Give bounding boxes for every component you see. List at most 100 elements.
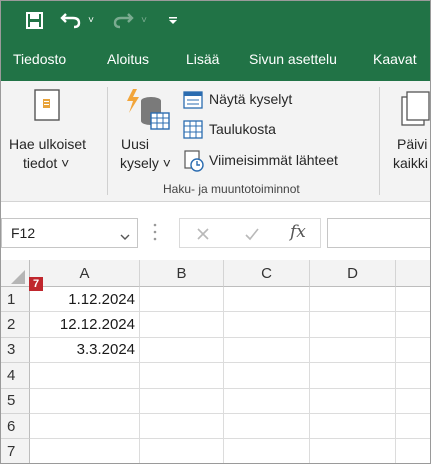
customize-icon[interactable] (166, 1, 180, 39)
cell-e6[interactable] (396, 414, 430, 440)
column-header-c[interactable]: C (224, 260, 310, 287)
cell-b7[interactable] (140, 439, 224, 463)
cell-d5[interactable] (310, 388, 396, 414)
confirm-icon[interactable] (244, 227, 260, 246)
get-external-data-label-2: tiedot ˅ (23, 155, 70, 171)
name-box-value: F12 (11, 225, 36, 241)
cell-e4[interactable] (396, 363, 430, 389)
show-queries-icon (183, 91, 203, 114)
step-badge: 7 (29, 277, 43, 291)
from-table-button[interactable]: Taulukosta (183, 119, 323, 141)
cell-e3[interactable] (396, 337, 430, 364)
document-icon (34, 89, 62, 128)
show-queries-label: Näytä kyselyt (209, 91, 293, 107)
cell-b1[interactable] (140, 287, 224, 313)
cell-b3[interactable] (140, 337, 224, 364)
cell-d3[interactable] (310, 337, 396, 364)
cell-c4[interactable] (224, 363, 310, 389)
refresh-all-label-1: Päivi (397, 136, 428, 152)
cell-c7[interactable] (224, 439, 310, 463)
get-external-data-button[interactable]: Hae ulkoiset tiedot ˅ (1, 81, 101, 191)
tab-page-layout[interactable]: Sivun asettelu (249, 51, 337, 67)
tab-file[interactable]: Tiedosto (13, 51, 66, 67)
cell-b6[interactable] (140, 414, 224, 440)
ribbon-panel: Hae ulkoiset tiedot ˅ Uusi kysely ˅ Näyt… (1, 81, 430, 202)
quick-access-toolbar: ˅ ˅ (1, 1, 430, 39)
refresh-icon (401, 91, 430, 132)
chevron-down-icon[interactable] (120, 228, 130, 246)
ribbon-tabs: Tiedosto Aloitus Lisää Sivun asettelu Ka… (1, 39, 430, 81)
select-all-corner[interactable] (1, 260, 30, 287)
save-icon[interactable] (23, 1, 45, 39)
new-query-label-1: Uusi (121, 136, 150, 152)
recent-sources-icon (183, 150, 205, 177)
spreadsheet-grid: 7 A B C D 1 1.12.2024 2 12.12.2024 3 3.3.2024… (1, 260, 430, 463)
tab-insert[interactable]: Lisää (186, 51, 219, 67)
cell-a4[interactable] (30, 363, 140, 389)
cell-a3[interactable]: 3.3.2024 (30, 337, 140, 364)
step-badge-number: 7 (32, 278, 40, 290)
cell-e1[interactable] (396, 287, 430, 313)
cell-d7[interactable] (310, 439, 396, 463)
excel-window: ˅ ˅ Tiedosto Aloitus Lisää Sivun asettel… (0, 0, 431, 464)
refresh-all-label-2: kaikki (393, 155, 429, 171)
cell-a1[interactable]: 1.12.2024 (30, 287, 140, 313)
ribbon-separator (379, 87, 380, 195)
cell-d4[interactable] (310, 363, 396, 389)
insert-function-icon[interactable]: fx (290, 222, 306, 242)
row-header[interactable]: 7 (1, 439, 30, 463)
tab-formulas[interactable]: Kaavat (373, 51, 417, 67)
cell-d6[interactable] (310, 414, 396, 440)
tab-home[interactable]: Aloitus (107, 51, 149, 67)
drag-handle-icon[interactable] (153, 222, 157, 247)
cell-e2[interactable] (396, 312, 430, 338)
redo-icon (111, 1, 135, 39)
recent-sources-label: Viimeisimmät lähteet (209, 152, 338, 168)
new-query-label-2: kysely ˅ (120, 155, 171, 171)
column-header-e[interactable] (396, 260, 430, 287)
redo-dropdown-icon: ˅ (141, 14, 147, 26)
database-lightning-icon (125, 87, 171, 138)
row-header[interactable]: 6 (1, 414, 30, 440)
column-header-b[interactable]: B (140, 260, 224, 287)
cell-e5[interactable] (396, 388, 430, 414)
refresh-all-button[interactable]: Päivi kaikki (389, 81, 430, 181)
cell-c2[interactable] (224, 312, 310, 338)
row-header[interactable]: 1 (1, 287, 30, 313)
formula-input[interactable] (327, 218, 430, 248)
name-box[interactable]: F12 (1, 218, 138, 248)
formula-buttons: fx (179, 218, 321, 248)
row-header[interactable]: 2 (1, 312, 30, 338)
group-label: Haku- ja muuntotoiminnot (163, 182, 300, 196)
row-header[interactable]: 3 (1, 337, 30, 364)
cell-a6[interactable] (30, 414, 140, 440)
column-header-d[interactable]: D (310, 260, 396, 287)
ribbon-separator (107, 87, 108, 195)
cell-a2[interactable]: 12.12.2024 (30, 312, 140, 338)
cell-a5[interactable] (30, 388, 140, 414)
from-table-label: Taulukosta (209, 121, 276, 137)
new-query-button[interactable]: Uusi kysely ˅ (113, 81, 181, 181)
cell-c5[interactable] (224, 388, 310, 414)
row-header[interactable]: 5 (1, 388, 30, 414)
recent-sources-button[interactable]: Viimeisimmät lähteet (183, 149, 369, 173)
undo-dropdown-icon[interactable]: ˅ (85, 1, 97, 39)
row-header[interactable]: 4 (1, 363, 30, 389)
cell-d1[interactable] (310, 287, 396, 313)
cell-b5[interactable] (140, 388, 224, 414)
cell-d2[interactable] (310, 312, 396, 338)
table-icon (183, 120, 203, 144)
show-queries-button[interactable]: Näytä kyselyt (183, 89, 323, 111)
cell-c6[interactable] (224, 414, 310, 440)
formula-bar: F12 fx (1, 202, 430, 260)
cell-b4[interactable] (140, 363, 224, 389)
cell-a7[interactable] (30, 439, 140, 463)
cell-c3[interactable] (224, 337, 310, 364)
cancel-icon[interactable] (196, 227, 210, 246)
undo-icon[interactable] (59, 1, 83, 39)
cell-e7[interactable] (396, 439, 430, 463)
column-header-a[interactable]: A (30, 260, 140, 287)
cell-c1[interactable] (224, 287, 310, 313)
cell-b2[interactable] (140, 312, 224, 338)
get-external-data-label-1: Hae ulkoiset (9, 136, 87, 152)
